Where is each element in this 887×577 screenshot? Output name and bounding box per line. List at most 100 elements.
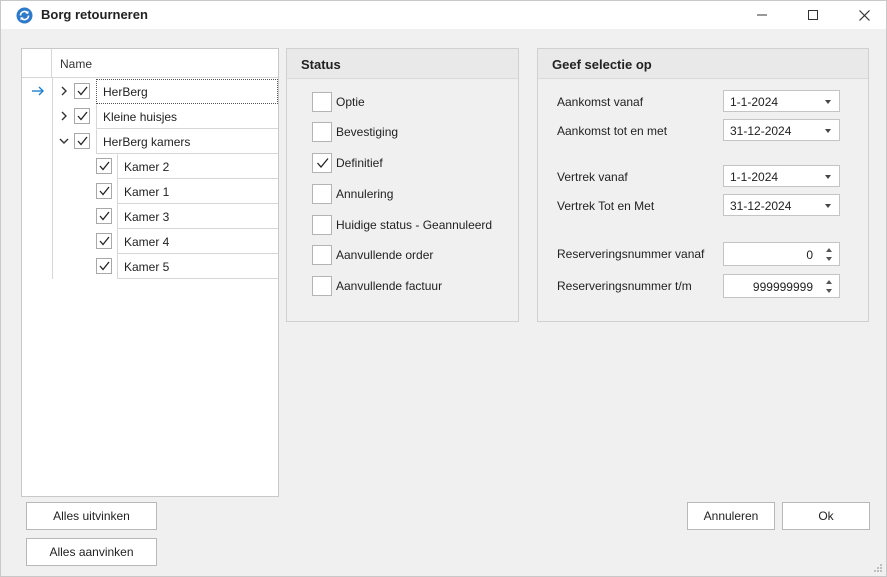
tree-row[interactable]: Kamer 4 [22,229,278,254]
checkbox[interactable] [312,92,332,112]
checkbox[interactable] [312,153,332,173]
checkbox-label: Definitief [336,156,383,170]
checkbox-label: Aanvullende order [336,248,434,262]
tree-checkbox[interactable] [96,258,112,274]
vertrek-tot-label: Vertrek Tot en Met [557,199,655,213]
minimize-button[interactable] [739,1,785,29]
tree-item-label: Kamer 4 [124,235,170,249]
tree-row[interactable]: Kamer 3 [22,204,278,229]
tree-cell[interactable]: Kamer 5 [117,254,278,279]
checkmark-icon [77,111,88,121]
status-group: Status Optie Bevestiging Definitief Annu… [286,48,519,322]
checkbox-label: Bevestiging [336,125,399,139]
ok-button[interactable]: Ok [782,502,870,530]
tree-item-label: Kleine huisjes [103,110,178,124]
close-button[interactable] [841,1,887,29]
dropdown-arrow-icon[interactable] [825,100,831,104]
checkbox-label: Aanvullende factuur [336,279,443,293]
checkbox[interactable] [312,276,332,296]
res-vanaf-label: Reserveringsnummer vanaf [557,247,705,261]
tree-checkbox[interactable] [96,208,112,224]
tree-cell[interactable]: HerBerg kamers [96,129,278,154]
date-value: 1-1-2024 [730,170,779,184]
tree-row[interactable]: Kamer 1 [22,179,278,204]
date-value: 1-1-2024 [730,95,779,109]
selection-group-title: Geef selectie op [552,57,652,72]
checkbox-label: Optie [336,95,365,109]
name-column-header[interactable]: Name [60,57,92,71]
dropdown-arrow-icon[interactable] [825,129,831,133]
tree-item-label: HerBerg [103,85,148,99]
date-value: 31-12-2024 [730,124,792,138]
tree-row[interactable]: Kleine huisjes [22,104,278,129]
checkmark-icon [99,161,110,171]
checkmark-icon [99,211,110,221]
tree-row[interactable]: Kamer 5 [22,254,278,279]
dropdown-arrow-icon[interactable] [825,204,831,208]
checkbox[interactable] [312,122,332,142]
minimize-icon [757,14,767,16]
aankomst-tot-date-picker[interactable]: 31-12-2024 [723,119,840,141]
tree-row[interactable]: HerBerg [22,79,278,104]
close-icon [858,9,870,21]
tree-checkbox[interactable] [74,133,90,149]
spinner-value: 999999999 [752,280,813,294]
aankomst-vanaf-date-picker[interactable]: 1-1-2024 [723,90,840,112]
maximize-icon [808,10,818,20]
current-row-arrow-icon [32,86,44,96]
spin-down-icon[interactable] [826,289,832,293]
tree-row[interactable]: Kamer 2 [22,154,278,179]
checkbox[interactable] [312,245,332,265]
window-title: Borg retourneren [41,7,148,22]
tree-cell[interactable]: HerBerg [96,79,278,104]
tree-checkbox[interactable] [96,158,112,174]
uncheck-all-button[interactable]: Alles uitvinken [26,502,157,530]
expand-chevron-icon[interactable] [58,110,70,122]
tree-cell[interactable]: Kamer 3 [117,204,278,229]
status-group-header: Status [287,49,518,79]
title-bar: Borg retourneren [1,1,886,29]
res-vanaf-spinner[interactable]: 0 [723,242,840,266]
checkmark-icon [317,158,329,169]
selection-group-header: Geef selectie op [538,49,868,79]
checkmark-icon [99,261,110,271]
refresh-arrows-icon [16,7,33,24]
checkmark-icon [99,186,110,196]
tree-row[interactable]: HerBerg kamers [22,129,278,154]
checkbox[interactable] [312,184,332,204]
location-tree[interactable]: Name HerBerg Kleine huisjes HerBerg kame… [21,48,279,497]
checkbox-label: Huidige status - Geannuleerd [336,218,493,232]
tree-header: Name [22,49,278,78]
dropdown-arrow-icon[interactable] [825,175,831,179]
tree-cell[interactable]: Kamer 1 [117,179,278,204]
check-all-button[interactable]: Alles aanvinken [26,538,157,566]
cancel-button[interactable]: Annuleren [687,502,775,530]
tree-checkbox[interactable] [74,83,90,99]
collapse-chevron-icon[interactable] [58,135,70,147]
tree-checkbox[interactable] [96,233,112,249]
tree-item-label: HerBerg kamers [103,135,191,149]
tree-checkbox[interactable] [96,183,112,199]
tree-item-label: Kamer 2 [124,160,170,174]
status-group-title: Status [301,57,341,72]
vertrek-tot-date-picker[interactable]: 31-12-2024 [723,194,840,216]
tree-cell[interactable]: Kamer 2 [117,154,278,179]
tree-item-label: Kamer 5 [124,260,170,274]
vertrek-vanaf-date-picker[interactable]: 1-1-2024 [723,165,840,187]
checkmark-icon [99,236,110,246]
res-tm-spinner[interactable]: 999999999 [723,274,840,298]
expand-chevron-icon[interactable] [58,85,70,97]
tree-cell[interactable]: Kamer 4 [117,229,278,254]
date-value: 31-12-2024 [730,199,792,213]
spin-up-icon[interactable] [826,280,832,284]
spin-down-icon[interactable] [826,257,832,261]
tree-checkbox[interactable] [74,108,90,124]
spin-up-icon[interactable] [826,248,832,252]
resize-grip-icon[interactable] [873,563,883,573]
checkbox[interactable] [312,215,332,235]
tree-item-label: Kamer 1 [124,185,170,199]
tree-item-label: Kamer 3 [124,210,170,224]
checkbox-label: Annulering [336,187,394,201]
maximize-button[interactable] [790,1,836,29]
tree-cell[interactable]: Kleine huisjes [96,104,278,129]
